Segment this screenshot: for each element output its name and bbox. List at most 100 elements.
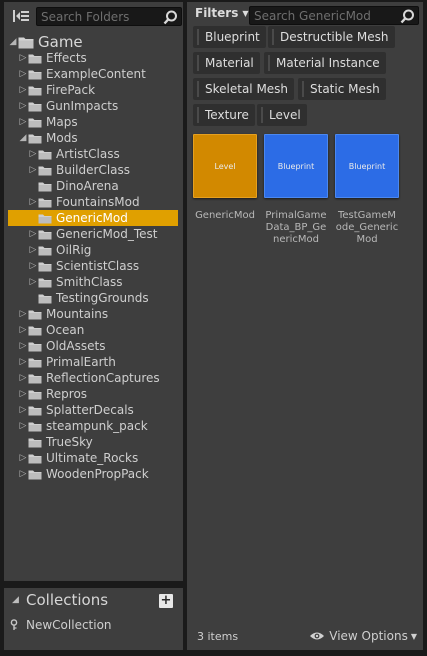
folder-repros[interactable]: ▷ Repros <box>4 386 183 402</box>
collapsed-arrow-icon[interactable]: ▷ <box>18 66 28 82</box>
folder-primalearth[interactable]: ▷ PrimalEarth <box>4 354 183 370</box>
folder-artistclass[interactable]: ▷ ArtistClass <box>4 146 183 162</box>
folder-genericmod-test[interactable]: ▷ GenericMod_Test <box>4 226 183 242</box>
folder-examplecontent[interactable]: ▷ ExampleContent <box>4 66 183 82</box>
folder-genericmod[interactable]: GenericMod <box>8 210 178 226</box>
filter-chip-material[interactable]: Material <box>193 52 260 74</box>
folder-builderclass[interactable]: ▷ BuilderClass <box>4 162 183 178</box>
filter-chip-blueprint[interactable]: Blueprint <box>193 26 266 48</box>
collapsed-arrow-icon[interactable]: ▷ <box>28 162 38 178</box>
filter-chip-skeletal-mesh[interactable]: Skeletal Mesh <box>193 78 295 100</box>
asset-tile-testgamemode[interactable]: Blueprint TestGameMode_GenericMod <box>335 134 399 246</box>
folder-ocean[interactable]: ▷ Ocean <box>4 322 183 338</box>
folder-mountains[interactable]: ▷ Mountains <box>4 306 183 322</box>
folder-gunimpacts[interactable]: ▷ GunImpacts <box>4 98 183 114</box>
folder-steampunk-pack[interactable]: ▷ steampunk_pack <box>4 418 183 434</box>
folder-label: TrueSky <box>46 435 93 449</box>
folder-oilrig[interactable]: ▷ OilRig <box>4 242 183 258</box>
folder-label: ReflectionCaptures <box>46 371 160 385</box>
collapsed-arrow-icon[interactable]: ▷ <box>28 194 38 210</box>
collapsed-arrow-icon[interactable]: ▷ <box>18 50 28 66</box>
search-icon[interactable] <box>163 10 178 25</box>
collapsed-arrow-icon[interactable]: ▷ <box>28 242 38 258</box>
folder-game[interactable]: ◢ Game <box>4 33 183 51</box>
folder-firepack[interactable]: ▷ FirePack <box>4 82 183 98</box>
filter-chip-static-mesh[interactable]: Static Mesh <box>298 78 386 100</box>
asset-search-field[interactable] <box>249 6 419 25</box>
collapsed-arrow-icon[interactable]: ▷ <box>28 146 38 162</box>
add-collection-button[interactable]: + <box>159 594 173 608</box>
collapsed-arrow-icon[interactable]: ▷ <box>18 450 28 466</box>
filter-chip-material-instance[interactable]: Material Instance <box>264 52 386 74</box>
folder-woodenproppack[interactable]: ▷ WoodenPropPack <box>4 466 183 482</box>
filter-chip-texture[interactable]: Texture <box>193 104 255 126</box>
folder-label: Mods <box>46 131 78 145</box>
folder-search-field[interactable] <box>36 7 182 26</box>
folder-search-input[interactable] <box>41 9 161 24</box>
asset-thumbnail[interactable]: Blueprint <box>264 134 328 198</box>
collapsed-arrow-icon[interactable]: ▷ <box>28 258 38 274</box>
collapsed-arrow-icon[interactable]: ▷ <box>18 82 28 98</box>
expanded-arrow-icon[interactable]: ◢ <box>8 34 18 50</box>
folder-icon <box>38 226 52 242</box>
chip-label: Texture <box>205 108 249 122</box>
folder-fountainsmod[interactable]: ▷ FountainsMod <box>4 194 183 210</box>
filter-chip-destructible-mesh[interactable]: Destructible Mesh <box>268 26 395 48</box>
folder-icon <box>28 130 42 146</box>
collapsed-arrow-icon[interactable]: ▷ <box>28 226 38 242</box>
no-arrow <box>18 434 28 450</box>
asset-search-input[interactable] <box>254 8 399 23</box>
folder-icon <box>28 82 42 98</box>
collapsed-arrow-icon[interactable]: ▷ <box>18 402 28 418</box>
asset-thumbnail[interactable]: Level <box>193 134 257 198</box>
collapsed-arrow-icon[interactable]: ▷ <box>28 274 38 290</box>
collapse-arrow-icon[interactable]: ◢ <box>12 595 22 605</box>
chip-color-bar <box>261 107 263 123</box>
folder-label: SmithClass <box>56 275 123 289</box>
folder-maps[interactable]: ▷ Maps <box>4 114 183 130</box>
collections-panel: ◢ Collections + NewCollection <box>4 588 183 650</box>
folder-splatterdecals[interactable]: ▷ SplatterDecals <box>4 402 183 418</box>
filter-chip-level[interactable]: Level <box>257 104 307 126</box>
asset-tile-genericmod[interactable]: Level GenericMod <box>193 134 257 222</box>
asset-name: TestGameMode_GenericMod <box>335 210 399 245</box>
collapsed-arrow-icon[interactable]: ▷ <box>18 418 28 434</box>
asset-tile-primalgamedata[interactable]: Blueprint PrimalGameData_BP_GenericMod <box>264 134 328 246</box>
folder-effects[interactable]: ▷ Effects <box>4 50 183 66</box>
folder-icon <box>28 114 42 130</box>
folder-smithclass[interactable]: ▷ SmithClass <box>4 274 183 290</box>
filters-button[interactable]: Filters ▼ <box>195 6 249 20</box>
folder-dinoarena[interactable]: DinoArena <box>4 178 183 194</box>
folder-label: Ultimate_Rocks <box>46 451 139 465</box>
view-options-button[interactable]: View Options ▼ <box>309 629 417 643</box>
folder-reflectioncaptures[interactable]: ▷ ReflectionCaptures <box>4 370 183 386</box>
folder-icon <box>18 34 34 50</box>
collapsed-arrow-icon[interactable]: ▷ <box>18 370 28 386</box>
collapsed-arrow-icon[interactable]: ▷ <box>18 354 28 370</box>
folder-testinggrounds[interactable]: TestingGrounds <box>4 290 183 306</box>
collapsed-arrow-icon[interactable]: ▷ <box>18 386 28 402</box>
folder-label: FountainsMod <box>56 195 140 209</box>
folder-truesky[interactable]: TrueSky <box>4 434 183 450</box>
collapsed-arrow-icon[interactable]: ▷ <box>18 338 28 354</box>
search-icon[interactable] <box>400 9 415 24</box>
folder-mods[interactable]: ◢ Mods <box>4 130 183 146</box>
expanded-arrow-icon[interactable]: ◢ <box>18 130 28 146</box>
collapsed-arrow-icon[interactable]: ▷ <box>18 322 28 338</box>
folder-ultimate-rocks[interactable]: ▷ Ultimate_Rocks <box>4 450 183 466</box>
collections-header[interactable]: ◢ Collections <box>4 588 183 612</box>
collapsed-arrow-icon[interactable]: ▷ <box>18 306 28 322</box>
collapsed-arrow-icon[interactable]: ▷ <box>18 98 28 114</box>
toggle-sources-icon[interactable] <box>10 7 32 25</box>
folder-oldassets[interactable]: ▷ OldAssets <box>4 338 183 354</box>
asset-thumbnail[interactable]: Blueprint <box>335 134 399 198</box>
chip-color-bar <box>302 81 304 97</box>
chip-label: Destructible Mesh <box>280 30 389 44</box>
collections-title: Collections <box>26 591 109 609</box>
collection-item[interactable]: NewCollection <box>10 618 112 632</box>
folder-scientistclass[interactable]: ▷ ScientistClass <box>4 258 183 274</box>
folder-icon <box>38 258 52 274</box>
collapsed-arrow-icon[interactable]: ▷ <box>18 466 28 482</box>
folder-icon <box>28 322 42 338</box>
collapsed-arrow-icon[interactable]: ▷ <box>18 114 28 130</box>
